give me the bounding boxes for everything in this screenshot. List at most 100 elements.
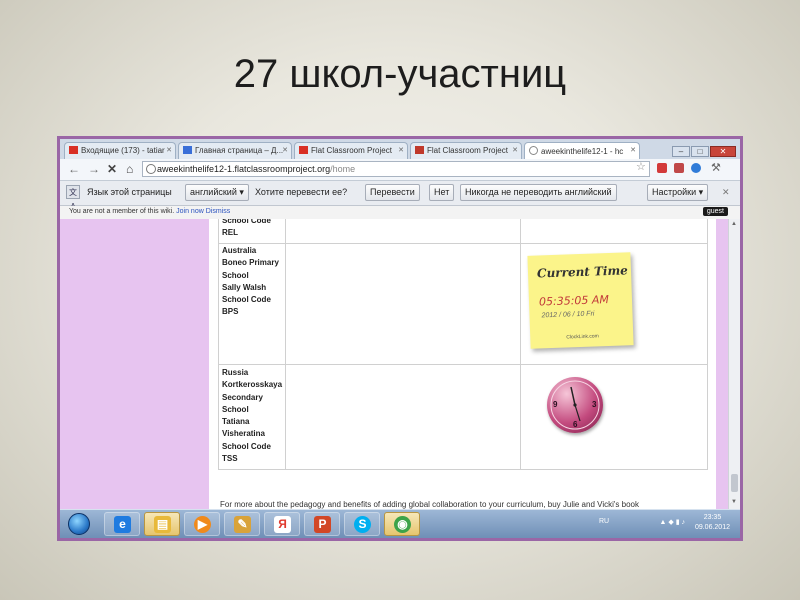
table-border (520, 219, 521, 469)
tab-label: Главная страница – Д... (195, 146, 284, 155)
chrome-icon: ◉ (394, 516, 411, 533)
vertical-scrollbar[interactable]: ▲ ▼ (728, 219, 740, 509)
translate-button[interactable]: Перевести (365, 184, 420, 201)
tab-label: Flat Classroom Project (427, 146, 508, 155)
close-icon[interactable]: ✕ (166, 146, 172, 154)
settings-label: Настройки (652, 187, 697, 197)
folder-icon: ▤ (154, 516, 171, 533)
start-button[interactable] (68, 513, 90, 535)
window-close-button[interactable]: ✕ (710, 146, 736, 157)
extension-icon[interactable] (674, 163, 684, 173)
school-line: TSS (222, 454, 238, 464)
gmail-icon (69, 146, 78, 154)
screenshot-frame: Входящие (173) - tatiar ✕ Главная страни… (57, 136, 743, 541)
language-select[interactable]: английский ▾ (185, 184, 249, 201)
scroll-up-icon[interactable]: ▲ (731, 221, 737, 227)
stop-icon[interactable]: ✕ (107, 162, 117, 176)
extension-icon[interactable] (657, 163, 667, 173)
close-icon[interactable]: ✕ (512, 146, 518, 154)
address-bar[interactable]: aweekinthelife12-1.flatclassroomproject.… (142, 161, 650, 177)
school-line: Secondary (222, 392, 263, 402)
school-line: Tatiana (222, 417, 250, 427)
guest-badge[interactable]: guest (702, 207, 728, 216)
school-line: School (222, 270, 249, 280)
scroll-down-icon[interactable]: ▼ (731, 499, 737, 505)
paint-taskbar-button[interactable]: ✎ (224, 512, 260, 536)
slide-title: 27 школ-участниц (233, 52, 567, 96)
powerpoint-taskbar-button[interactable]: P (304, 512, 340, 536)
school-info-cell: School Code REL (222, 219, 271, 240)
dismiss-link[interactable]: Dismiss (206, 208, 231, 215)
page-content: School Code REL Australia Boneo Primary … (209, 219, 716, 509)
school-line: School (222, 404, 249, 414)
close-icon[interactable]: ✕ (722, 187, 730, 198)
chrome-taskbar-button[interactable]: ◉ (384, 512, 420, 536)
powerpoint-icon: P (314, 516, 331, 533)
school-line: Boneo Primary (222, 258, 279, 268)
close-icon[interactable]: ✕ (282, 146, 288, 154)
yandex-taskbar-button[interactable]: Я (264, 512, 300, 536)
skype-taskbar-button[interactable]: S (344, 512, 380, 536)
skype-icon: S (354, 516, 371, 533)
table-border (218, 364, 708, 365)
minimize-button[interactable]: – (672, 146, 690, 157)
explorer-taskbar-button[interactable]: ▤ (144, 512, 180, 536)
bookmark-star-icon[interactable]: ☆ (636, 160, 646, 173)
table-border (218, 219, 219, 469)
school-line: Kortkerosskaya (222, 380, 283, 390)
book-promo-text: For more about the pedagogy and benefits… (220, 500, 639, 509)
globe-icon (146, 164, 156, 174)
tab-strip: Входящие (173) - tatiar ✕ Главная страни… (60, 139, 740, 159)
tab-aweekinthelife[interactable]: aweekinthelife12-1 - hc ✕ (524, 142, 640, 159)
tab-gmail[interactable]: Входящие (173) - tatiar ✕ (64, 142, 176, 159)
clock-number: 9 (553, 400, 558, 409)
wiki-icon (415, 146, 424, 154)
window-controls: – □ ✕ (671, 141, 736, 159)
school-line: School Code (222, 441, 271, 451)
close-icon[interactable]: ✕ (398, 146, 404, 154)
school-line: School Code (222, 219, 271, 225)
table-border (218, 243, 708, 244)
maximize-button[interactable]: □ (691, 146, 709, 157)
school-line: Sally Walsh (222, 282, 267, 292)
wiki-notice: You are not a member of this wiki. Join … (69, 208, 230, 215)
school-line: School Code (222, 295, 271, 305)
current-time-widget: Current Time 05:35:05 AM 2012 / 06 / 10 … (527, 252, 634, 349)
gmail-icon (299, 146, 308, 154)
navigation-bar: ← → ✕ ⌂ aweekinthelife12-1.flatclassroom… (60, 159, 740, 181)
school-info-cell: Russia Kortkerosskaya Secondary School T… (222, 367, 282, 465)
paint-icon: ✎ (234, 516, 251, 533)
table-border (285, 219, 286, 469)
join-now-link[interactable]: Join now (176, 208, 204, 215)
wrench-icon[interactable]: ⚒ (711, 161, 721, 175)
back-arrow-icon[interactable]: ← (68, 162, 80, 176)
ie-icon: e (114, 516, 131, 533)
tab-flat-classroom-2[interactable]: Flat Classroom Project ✕ (410, 142, 522, 159)
home-icon[interactable]: ⌂ (126, 162, 133, 176)
system-tray-icons[interactable]: ▲ ◆ ▮ ♪ (660, 518, 686, 526)
widget-date: 2012 / 06 / 10 Fri (541, 310, 595, 320)
loading-icon (529, 146, 538, 155)
settings-button[interactable]: Настройки ▾ (647, 184, 709, 201)
ie-taskbar-button[interactable]: e (104, 512, 140, 536)
media-player-taskbar-button[interactable]: ▶ (184, 512, 220, 536)
no-button[interactable]: Нет (429, 184, 455, 201)
wiki-notice-text: You are not a member of this wiki. (69, 208, 175, 215)
widget-time: 05:35:05 AM (538, 293, 610, 309)
close-icon[interactable]: ✕ (630, 146, 636, 154)
language-indicator[interactable]: RU (599, 518, 609, 525)
forward-arrow-icon[interactable]: → (88, 162, 100, 176)
skype-extension-icon[interactable] (691, 163, 701, 173)
tab-label: aweekinthelife12-1 - hc (541, 147, 624, 156)
tab-label: Flat Classroom Project (311, 146, 392, 155)
translate-bar: 文A Язык этой страницы английский ▾ Хотит… (60, 181, 740, 211)
clock-time: 23:35 (703, 514, 722, 521)
taskbar-clock[interactable]: 23:35 09.06.2012 (695, 513, 730, 533)
never-translate-button[interactable]: Никогда не переводить английский (460, 184, 617, 201)
school-line: Australia (222, 246, 257, 255)
tab-main-page[interactable]: Главная страница – Д... ✕ (178, 142, 292, 159)
scroll-thumb[interactable] (731, 474, 738, 492)
tab-flat-classroom-1[interactable]: Flat Classroom Project ✕ (294, 142, 408, 159)
windows-taskbar: e ▤ ▶ ✎ Я P S ◉ RU ▲ ◆ ▮ ♪ 23:35 09.06.2… (60, 509, 740, 538)
browser-window: Входящие (173) - tatiar ✕ Главная страни… (60, 139, 740, 538)
